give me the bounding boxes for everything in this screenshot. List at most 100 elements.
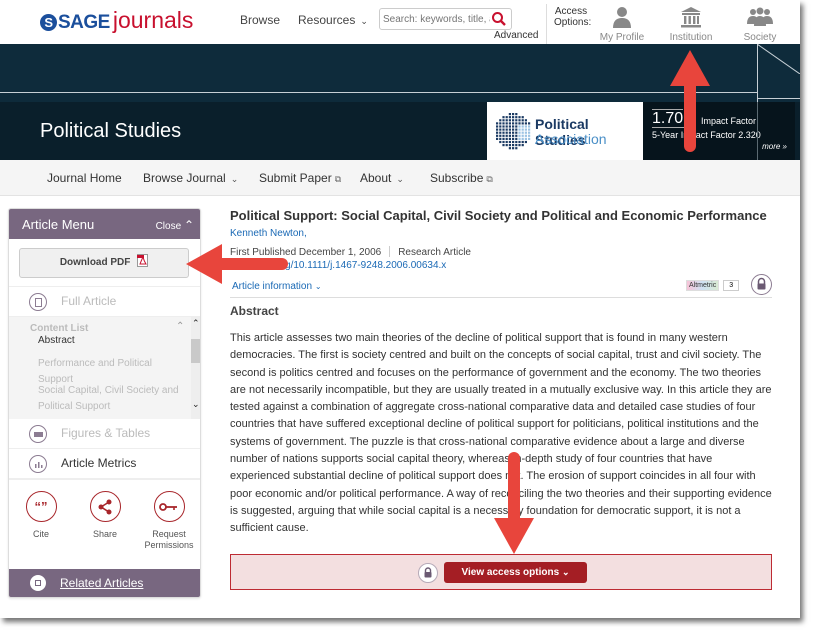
sage-logo-icon: S [40,14,57,31]
article-title: Political Support: Social Capital, Civil… [230,208,767,223]
impact-factor-box: 1.70 Impact Factor 5-Year Impact Factor … [643,102,795,160]
search-icon[interactable] [491,11,507,27]
close-label: Close [155,221,182,232]
society-name-line2: Association [535,131,607,147]
related-articles[interactable]: Related Articles [9,569,200,597]
sage-journals-logo[interactable]: S SAGE journals [40,8,193,35]
access-options-label: Access Options: [554,6,592,28]
person-icon [613,7,631,28]
journal-title[interactable]: Political Studies [40,120,181,143]
nav-journal-home-label: Journal Home [47,171,122,185]
chevron-down-icon: ⌄ [396,174,404,184]
nav-resources-label: Resources [298,13,356,27]
view-access-options-label: View access options [461,567,560,578]
quote-icon: “” [25,491,57,522]
nav-about[interactable]: About ⌄ [360,171,404,185]
abstract-heading: Abstract [230,304,279,318]
external-link-icon: ⧉ [334,174,342,184]
document-icon [29,293,47,311]
access-options-bar: View access options ⌄ [230,554,772,590]
scroll-down-icon[interactable]: ⌄ [192,399,200,410]
lock-icon [418,563,438,583]
altmetric-badge[interactable]: Altmetric 3 [686,279,740,292]
access-institution-label: Institution [669,32,713,43]
article-menu-close[interactable]: Close ⌃ [156,218,194,232]
request-permissions-button[interactable]: Request Permissions [139,491,199,551]
full-article-label: Full Article [61,294,117,308]
access-my-profile[interactable]: My Profile [592,6,652,43]
content-list-scrollbar[interactable]: ⌃ ⌄ [191,317,200,419]
annotation-arrow-up [670,50,710,152]
article-divider [230,297,772,298]
cite-button[interactable]: “” Cite [11,491,71,540]
logo-brand: SAGE [58,12,110,33]
annotation-arrow-down [494,452,534,554]
access-my-profile-label: My Profile [599,32,645,43]
access-society[interactable]: Society [730,6,790,43]
menu-article-metrics[interactable]: Article Metrics [9,449,200,479]
scroll-up-icon[interactable]: ⌃ [192,318,200,329]
article-menu-title: Article Menu [22,217,95,232]
group-icon [747,7,773,26]
banner-decor-line [0,92,757,93]
advanced-search-link[interactable]: Advanced [494,30,538,41]
share-icon [89,491,121,522]
chevron-down-icon: ⌄ [360,16,368,26]
content-item-social-capital[interactable]: Social Capital, Civil Society and Politi… [38,383,188,415]
institution-icon [681,7,701,28]
related-articles-link[interactable]: Related Articles [60,576,143,590]
article-type: Research Article [398,247,471,258]
share-button[interactable]: Share [75,491,135,540]
article-tools: “” Cite Share Request Permissions [9,479,200,569]
separator [389,246,391,257]
nav-browse-label: Browse [240,13,281,27]
nav-browse-journal[interactable]: Browse Journal ⌄ [143,171,238,185]
search-input[interactable] [380,9,490,30]
download-pdf-label: Download PDF [59,257,131,268]
search-box [379,8,512,30]
download-pdf-button[interactable]: Download PDF [19,248,189,278]
table-icon [29,425,47,443]
access-society-label: Society [743,32,777,43]
chevron-down-icon: ⌄ [561,567,570,577]
nav-resources[interactable]: Resources ⌄ [298,13,368,27]
nav-browse[interactable]: Browse [240,13,280,27]
access-lock-icon[interactable] [751,274,772,295]
menu-full-article[interactable]: Full Article [9,287,200,317]
nav-submit-paper-label: Submit Paper [259,171,332,185]
journal-nav: Journal Home Browse Journal ⌄ Submit Pape… [0,160,800,196]
psa-dot-logo-icon [496,113,531,150]
nav-submit-paper[interactable]: Submit Paper ⧉ [259,171,341,185]
impact-more-link[interactable]: more » [762,142,787,151]
share-label: Share [92,529,118,539]
chevron-down-icon: ⌄ [230,174,239,184]
nav-subscribe[interactable]: Subscribe ⧉ [430,171,493,185]
figures-tables-label: Figures & Tables [61,426,151,440]
nav-about-label: About [360,171,392,185]
content-list: Content List ⌃ Abstract Performance and … [9,317,200,419]
article-menu-header: Article Menu Close ⌃ [9,209,200,239]
nav-browse-journal-label: Browse Journal [143,171,226,185]
society-logo[interactable]: Political Studies Association [487,102,643,160]
browser-page: SSAGEjournals Browse Resources ⌄ Advanced… [0,0,800,618]
key-icon [153,491,185,522]
site-header: SSAGEjournals Browse Resources ⌄ Advanced… [0,0,800,44]
banner-decor-diagonal [757,44,800,74]
nav-subscribe-label: Subscribe [430,171,484,185]
chevron-up-icon[interactable]: ⌃ [176,321,184,332]
chevron-down-icon: ⌄ [314,282,322,291]
banner-decor-line [757,98,800,99]
access-institution[interactable]: Institution [661,6,721,43]
request-permissions-label: Request Permissions [144,529,194,550]
nav-journal-home[interactable]: Journal Home [47,171,122,185]
scrollbar-thumb[interactable] [191,339,200,363]
view-access-options-button[interactable]: View access options ⌄ [444,562,587,583]
content-item-abstract[interactable]: Abstract [38,333,188,349]
logo-product: journals [112,7,194,33]
article-author[interactable]: Kenneth Newton, [230,228,307,239]
external-link-icon: ⧉ [486,174,493,184]
chevron-up-icon: ⌃ [183,218,194,232]
menu-figures-tables[interactable]: Figures & Tables [9,419,200,449]
download-pdf-section: Download PDF [9,239,200,287]
cite-label: Cite [32,529,49,539]
